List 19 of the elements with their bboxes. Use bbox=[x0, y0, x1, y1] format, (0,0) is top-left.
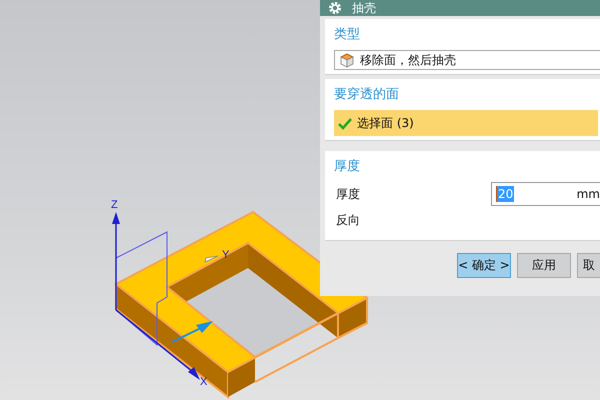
dialog-button[interactable]: 应用 bbox=[517, 253, 571, 278]
dialog-title: 抽壳 bbox=[352, 1, 376, 15]
direction-arrow bbox=[172, 321, 213, 343]
axis-label: Y bbox=[222, 249, 230, 261]
dialog-button[interactable]: < 确定 > bbox=[457, 253, 511, 278]
type-dropdown[interactable]: 移除面，然后抽壳 bbox=[334, 50, 600, 70]
thickness-input-field[interactable]: 20 mm bbox=[491, 182, 600, 206]
reverse-direction-label[interactable]: 反向 bbox=[334, 212, 360, 228]
settings-icon[interactable] bbox=[328, 1, 342, 15]
select-face-item[interactable]: 选择面 (3) bbox=[334, 110, 598, 136]
dialog-button[interactable]: 取 bbox=[577, 253, 600, 278]
box-icon bbox=[339, 52, 355, 68]
section-heading: 厚度 bbox=[334, 158, 360, 175]
axis-label: X bbox=[200, 376, 208, 388]
axis-label: Z bbox=[111, 199, 118, 211]
section-heading: 类型 bbox=[334, 26, 360, 43]
y-axis-arrow bbox=[204, 256, 218, 263]
section-heading: 要穿透的面 bbox=[334, 86, 399, 103]
field-label: 厚度 bbox=[335, 186, 360, 202]
